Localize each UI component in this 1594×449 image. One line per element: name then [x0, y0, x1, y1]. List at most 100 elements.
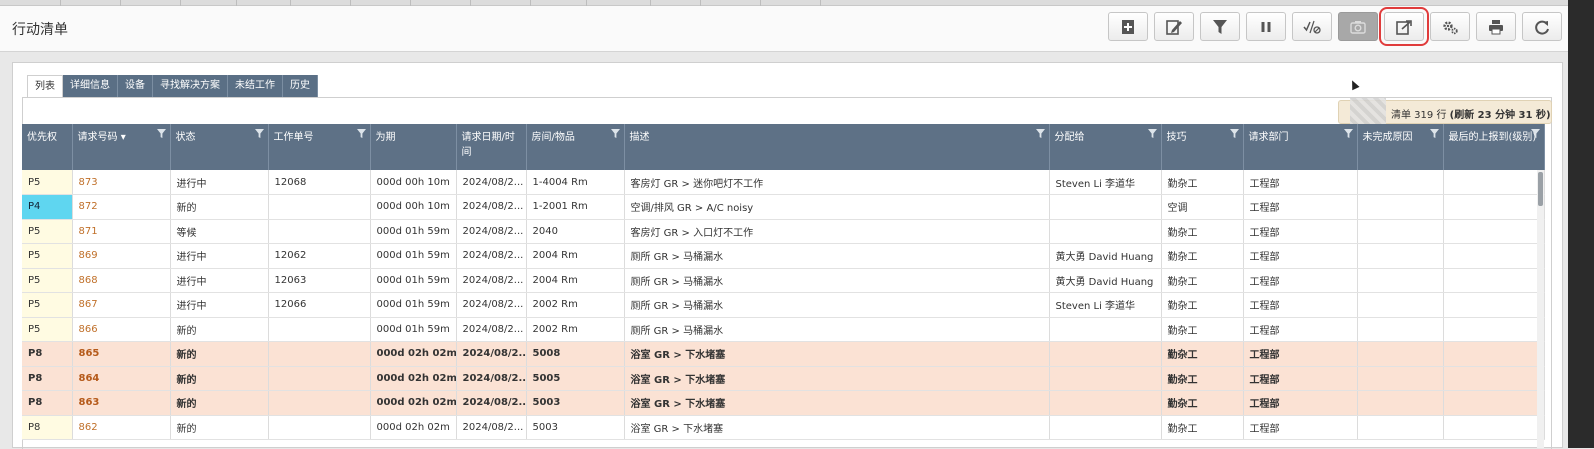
edit-button[interactable] — [1154, 12, 1194, 41]
cell-escalation — [1443, 219, 1545, 244]
filter-icon[interactable] — [156, 129, 166, 138]
filter-icon[interactable] — [254, 129, 264, 138]
filter-icon[interactable] — [1343, 129, 1353, 138]
cell-status: 新的 — [170, 390, 269, 416]
table-row[interactable]: P5 871 等候 000d 01h 59m 2024/08/2... 2040 客房灯 G… — [22, 219, 1545, 244]
cell-duration: 000d 01h 59m — [370, 243, 457, 269]
filter-icon[interactable] — [356, 129, 366, 138]
cell-request[interactable]: 864 — [72, 366, 171, 391]
cell-escalation — [1443, 292, 1545, 318]
table-row[interactable]: P5 869 进行中 12062 000d 01h 59m 2024/08/2... 200… — [22, 243, 1545, 269]
complete-button[interactable] — [1292, 12, 1332, 41]
col-header-date[interactable]: 请求日期/时间 — [456, 124, 527, 170]
cell-request[interactable]: 862 — [72, 415, 171, 440]
filter-icon[interactable] — [610, 129, 620, 138]
cell-request[interactable]: 869 — [72, 243, 171, 269]
table-row[interactable]: P5 868 进行中 12063 000d 01h 59m 2024/08/2... 200… — [22, 268, 1545, 293]
cell-assigned — [1049, 317, 1162, 342]
cell-dept: 工程部 — [1243, 194, 1358, 220]
col-header-work-order[interactable]: 工作单号 — [268, 124, 371, 170]
cell-assigned — [1049, 390, 1162, 416]
cell-room: 2004 Rm — [526, 243, 625, 269]
camera-icon — [1350, 20, 1366, 34]
filter-icon[interactable] — [1035, 129, 1045, 138]
cell-dept: 工程部 — [1243, 243, 1358, 269]
cell-request[interactable]: 873 — [72, 170, 171, 195]
table-scrollbar[interactable] — [1537, 170, 1544, 448]
cell-room: 5008 — [526, 341, 625, 367]
tab-open-work[interactable]: 未结工作 — [228, 75, 283, 97]
filter-icon[interactable] — [1429, 129, 1439, 138]
cell-duration: 000d 00h 10m — [370, 170, 457, 195]
col-header-status[interactable]: 状态 — [170, 124, 269, 170]
filter-icon[interactable] — [1229, 129, 1239, 138]
tab-list[interactable]: 列表 — [27, 75, 63, 97]
camera-button[interactable] — [1338, 12, 1378, 41]
col-header-room[interactable]: 房间/物品 — [526, 124, 625, 170]
table-row[interactable]: P5 873 进行中 12068 000d 00h 10m 2024/08/2... 1-4… — [22, 170, 1545, 195]
cell-request[interactable]: 871 — [72, 219, 171, 244]
cell-skill: 勤杂工 — [1161, 292, 1244, 318]
pause-button[interactable] — [1246, 12, 1286, 41]
tab-details[interactable]: 详细信息 — [63, 75, 118, 97]
refresh-time-text: (刷新 23 分钟 31 秒) — [1449, 110, 1551, 121]
cell-reason — [1357, 317, 1444, 342]
cell-duration: 000d 00h 10m — [370, 194, 457, 220]
cell-dept: 工程部 — [1243, 415, 1358, 440]
cell-priority: P5 — [22, 317, 73, 342]
filter-button[interactable] — [1200, 12, 1240, 41]
filter-icon[interactable] — [1147, 129, 1157, 138]
table-row[interactable]: P8 864 新的 000d 02h 02m 2024/08/2... 5005 浴室 GR… — [22, 366, 1545, 391]
cell-escalation — [1443, 415, 1545, 440]
col-header-description[interactable]: 描述 — [624, 124, 1050, 170]
table-row[interactable]: P8 863 新的 000d 02h 02m 2024/08/2... 5003 浴室 GR… — [22, 390, 1545, 416]
cell-description: 浴室 GR > 下水堵塞 — [624, 390, 1050, 416]
col-header-priority[interactable]: 优先权 — [22, 124, 73, 170]
print-button[interactable] — [1476, 12, 1516, 41]
cell-request[interactable]: 866 — [72, 317, 171, 342]
cell-dept: 工程部 — [1243, 170, 1358, 195]
col-header-reason[interactable]: 未完成原因 — [1357, 124, 1444, 170]
col-header-assigned[interactable]: 分配给 — [1049, 124, 1162, 170]
cell-assigned — [1049, 194, 1162, 220]
col-header-skill[interactable]: 技巧 — [1161, 124, 1244, 170]
table-row[interactable]: P8 865 新的 000d 02h 02m 2024/08/2... 5008 浴室 GR… — [22, 341, 1545, 367]
cell-request[interactable]: 868 — [72, 268, 171, 293]
table-header-row: 优先权 请求号码 ▾ 状态 工作单号 为期 请求日期/时间 房间/物品 描述 分… — [22, 124, 1545, 170]
filter-icon[interactable] — [1530, 129, 1540, 138]
table-row[interactable]: P5 867 进行中 12066 000d 01h 59m 2024/08/2... 200… — [22, 292, 1545, 318]
cell-priority: P8 — [22, 415, 73, 440]
check-slash-icon — [1303, 20, 1321, 34]
cell-work-order — [268, 341, 371, 367]
cell-work-order — [268, 194, 371, 220]
cell-request[interactable]: 865 — [72, 341, 171, 367]
cell-request[interactable]: 872 — [72, 194, 171, 220]
tab-equipment[interactable]: 设备 — [118, 75, 153, 97]
cell-date: 2024/08/2... — [456, 170, 527, 195]
row-count-text: 清单 319 行 — [1391, 110, 1450, 121]
cell-priority: P8 — [22, 390, 73, 416]
table-row[interactable]: P5 866 新的 000d 01h 59m 2024/08/2... 2002 Rm 厕所… — [22, 317, 1545, 342]
col-header-dept[interactable]: 请求部门 — [1243, 124, 1358, 170]
table-row[interactable]: P4 872 新的 000d 00h 10m 2024/08/2... 1-2001 Rm… — [22, 194, 1545, 220]
refresh-button[interactable] — [1522, 12, 1562, 41]
add-button[interactable] — [1108, 12, 1148, 41]
col-header-request[interactable]: 请求号码 ▾ — [72, 124, 171, 170]
settings-button[interactable] — [1430, 12, 1470, 41]
cell-request[interactable]: 863 — [72, 390, 171, 416]
table-row[interactable]: P8 862 新的 000d 02h 02m 2024/08/2... 5003 浴室 GR… — [22, 415, 1545, 440]
scrollbar-thumb[interactable] — [1538, 172, 1543, 206]
cell-skill: 空调 — [1161, 194, 1244, 220]
cell-date: 2024/08/2... — [456, 341, 527, 367]
filter-icon — [1213, 19, 1227, 34]
cell-duration: 000d 02h 02m — [370, 390, 457, 416]
cell-request[interactable]: 867 — [72, 292, 171, 318]
col-header-escalation[interactable]: 最后的上报到(级别) — [1443, 124, 1545, 170]
cell-escalation — [1443, 366, 1545, 391]
cell-skill: 勤杂工 — [1161, 366, 1244, 391]
export-button[interactable] — [1379, 7, 1429, 46]
col-header-duration[interactable]: 为期 — [370, 124, 457, 170]
cell-status: 新的 — [170, 341, 269, 367]
tab-find-solution[interactable]: 寻找解决方案 — [153, 75, 228, 97]
tab-history[interactable]: 历史 — [283, 75, 318, 97]
